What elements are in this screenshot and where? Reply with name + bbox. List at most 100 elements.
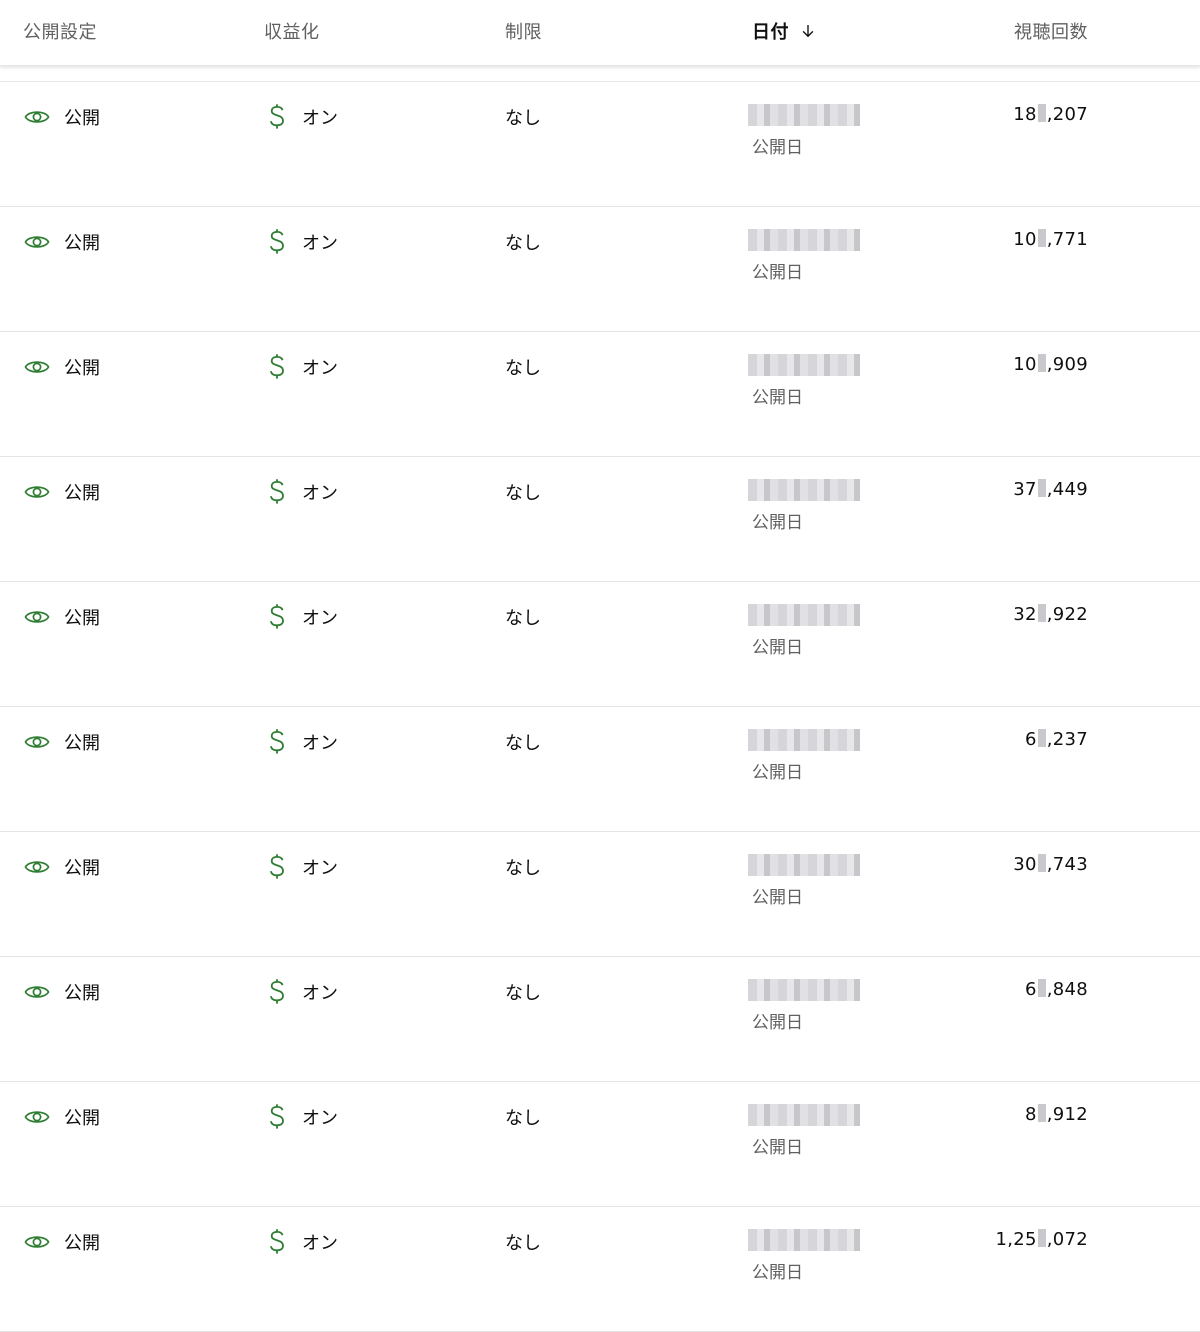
visibility-cell[interactable]: 公開 xyxy=(24,229,100,255)
eye-icon xyxy=(24,736,50,748)
visibility-label: 公開 xyxy=(64,983,100,1004)
date-cell: 公開日 xyxy=(748,729,860,783)
dollar-icon xyxy=(270,854,284,879)
monetization-label: オン xyxy=(302,1108,338,1129)
views-prefix: 6 xyxy=(1024,979,1037,1000)
redacted-date xyxy=(748,854,860,876)
column-header-restrictions[interactable]: 制限 xyxy=(505,18,542,44)
table-row[interactable]: 公開 オン なし 公開日 6 ,848 xyxy=(0,957,1200,1082)
views-suffix: ,771 xyxy=(1046,229,1088,250)
views-suffix: ,743 xyxy=(1046,854,1088,875)
redacted-date xyxy=(748,354,860,376)
eye-icon xyxy=(24,111,50,123)
published-label: 公開日 xyxy=(752,1263,803,1283)
date-cell: 公開日 xyxy=(748,854,860,908)
date-cell: 公開日 xyxy=(748,104,860,158)
visibility-cell[interactable]: 公開 xyxy=(24,979,100,1005)
views-cell: 6 ,237 xyxy=(1025,729,1088,750)
redacted-date xyxy=(748,729,860,751)
table-row[interactable]: 公開 オン なし 公開日 10 ,771 xyxy=(0,207,1200,332)
visibility-label: 公開 xyxy=(64,608,100,629)
column-header-views[interactable]: 視聴回数 xyxy=(1014,18,1088,44)
monetization-cell[interactable]: オン xyxy=(268,604,338,630)
redacted-digit xyxy=(1037,979,1046,997)
visibility-label: 公開 xyxy=(64,483,100,504)
date-cell: 公開日 xyxy=(748,1229,860,1283)
views-cell: 1,25 ,072 xyxy=(995,1229,1088,1250)
eye-icon xyxy=(24,861,50,873)
views-prefix: 1,25 xyxy=(995,1229,1037,1250)
published-label: 公開日 xyxy=(752,1013,803,1033)
views-cell: 37 ,449 xyxy=(1013,479,1088,500)
dollar-icon xyxy=(270,1229,284,1254)
views-prefix: 10 xyxy=(1013,354,1037,375)
redacted-date xyxy=(748,1229,860,1251)
table-row[interactable]: 公開 オン なし 公開日 18 ,207 xyxy=(0,82,1200,207)
table-row[interactable]: 公開 オン なし 公開日 32 ,922 xyxy=(0,582,1200,707)
views-suffix: ,912 xyxy=(1046,1104,1088,1125)
views-cell: 18 ,207 xyxy=(1013,104,1088,125)
monetization-cell[interactable]: オン xyxy=(268,979,338,1005)
monetization-cell[interactable]: オン xyxy=(268,729,338,755)
visibility-cell[interactable]: 公開 xyxy=(24,729,100,755)
monetization-cell[interactable]: オン xyxy=(268,1229,338,1255)
monetization-label: オン xyxy=(302,483,338,504)
eye-icon xyxy=(24,611,50,623)
table-row[interactable]: 公開 オン なし 公開日 37 ,449 xyxy=(0,457,1200,582)
visibility-cell[interactable]: 公開 xyxy=(24,604,100,630)
visibility-cell[interactable]: 公開 xyxy=(24,479,100,505)
table-row[interactable]: 公開 オン なし 公開日 6 ,237 xyxy=(0,707,1200,832)
views-cell: 8 ,912 xyxy=(1025,1104,1088,1125)
redacted-date xyxy=(748,979,860,1001)
restriction-cell: なし xyxy=(505,358,541,379)
column-header-monetization[interactable]: 収益化 xyxy=(264,18,320,44)
sort-descending-icon[interactable] xyxy=(799,22,817,40)
monetization-cell[interactable]: オン xyxy=(268,1104,338,1130)
eye-icon xyxy=(24,361,50,373)
redacted-digit xyxy=(1037,854,1046,872)
views-cell: 10 ,771 xyxy=(1013,229,1088,250)
monetization-cell[interactable]: オン xyxy=(268,104,338,130)
monetization-cell[interactable]: オン xyxy=(268,479,338,505)
restriction-cell: なし xyxy=(505,858,541,879)
redacted-digit xyxy=(1037,229,1046,247)
visibility-label: 公開 xyxy=(64,358,100,379)
table-row[interactable]: 公開 オン なし 公開日 10 ,909 xyxy=(0,332,1200,457)
visibility-cell[interactable]: 公開 xyxy=(24,354,100,380)
dollar-icon xyxy=(270,229,284,254)
column-header-date[interactable]: 日付 xyxy=(752,18,817,44)
redacted-date xyxy=(748,1104,860,1126)
published-label: 公開日 xyxy=(752,888,803,908)
views-suffix: ,909 xyxy=(1046,354,1088,375)
visibility-cell[interactable]: 公開 xyxy=(24,1229,100,1255)
redacted-digit xyxy=(1037,604,1046,622)
views-suffix: ,449 xyxy=(1046,479,1088,500)
redacted-digit xyxy=(1037,354,1046,372)
video-table-body: 公開 オン なし 公開日 18 ,207 公開 オン なし 公開日 10 ,771… xyxy=(0,82,1200,1332)
dollar-icon xyxy=(270,979,284,1004)
date-cell: 公開日 xyxy=(748,1104,860,1158)
dollar-icon xyxy=(270,354,284,379)
views-suffix: ,237 xyxy=(1046,729,1088,750)
visibility-cell[interactable]: 公開 xyxy=(24,104,100,130)
visibility-cell[interactable]: 公開 xyxy=(24,1104,100,1130)
restriction-cell: なし xyxy=(505,1108,541,1129)
views-suffix: ,207 xyxy=(1046,104,1088,125)
monetization-cell[interactable]: オン xyxy=(268,854,338,880)
redacted-date xyxy=(748,229,860,251)
views-prefix: 18 xyxy=(1013,104,1037,125)
monetization-cell[interactable]: オン xyxy=(268,354,338,380)
visibility-cell[interactable]: 公開 xyxy=(24,854,100,880)
table-row[interactable]: 公開 オン なし 公開日 8 ,912 xyxy=(0,1082,1200,1207)
published-label: 公開日 xyxy=(752,513,803,533)
monetization-cell[interactable]: オン xyxy=(268,229,338,255)
redacted-digit xyxy=(1037,729,1046,747)
views-cell: 30 ,743 xyxy=(1013,854,1088,875)
table-row[interactable]: 公開 オン なし 公開日 30 ,743 xyxy=(0,832,1200,957)
views-prefix: 10 xyxy=(1013,229,1037,250)
restriction-cell: なし xyxy=(505,608,541,629)
published-label: 公開日 xyxy=(752,263,803,283)
column-header-visibility[interactable]: 公開設定 xyxy=(23,18,97,44)
redacted-digit xyxy=(1037,1104,1046,1122)
table-row[interactable]: 公開 オン なし 公開日 1,25 ,072 xyxy=(0,1207,1200,1332)
